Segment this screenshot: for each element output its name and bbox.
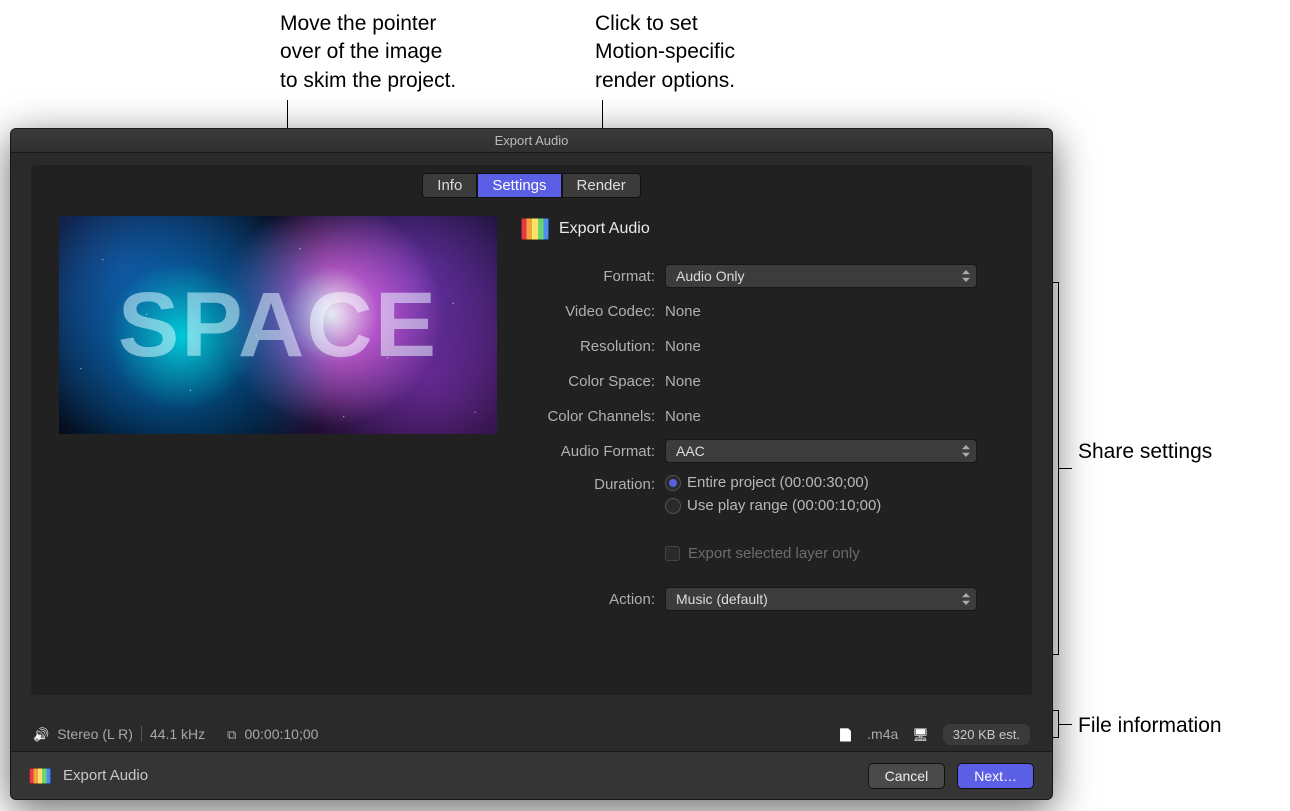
export-layer-checkbox[interactable] bbox=[665, 546, 680, 561]
audio-format-popup[interactable]: AAC bbox=[665, 439, 977, 463]
callout-share-settings: Share settings bbox=[1078, 438, 1212, 466]
motion-project-icon bbox=[29, 768, 51, 784]
cancel-button[interactable]: Cancel bbox=[868, 763, 946, 789]
bracket-tail bbox=[1059, 724, 1072, 725]
export-layer-checkbox-row: Export selected layer only bbox=[665, 545, 860, 562]
duration-label: Duration: bbox=[521, 474, 665, 493]
duration-option-range[interactable]: Use play range (00:00:10;00) bbox=[665, 497, 881, 514]
export-audio-dialog: Export Audio Info Settings Render SPACE bbox=[10, 128, 1053, 800]
export-layer-label: Export selected layer only bbox=[688, 545, 860, 562]
audio-format-label: Audio Format: bbox=[521, 443, 665, 460]
inner-panel: Info Settings Render SPACE Export Audio bbox=[31, 165, 1032, 695]
format-popup[interactable]: Audio Only bbox=[665, 264, 977, 288]
status-left: Stereo (L R) 44.1 kHz 00:00:10;00 bbox=[33, 726, 318, 743]
next-button[interactable]: Next… bbox=[957, 763, 1034, 789]
duration-entire-label: Entire project (00:00:30;00) bbox=[687, 474, 869, 491]
tab-bar: Info Settings Render bbox=[31, 165, 1032, 198]
display-icon bbox=[912, 726, 929, 743]
file-size-pill: 320 KB est. bbox=[943, 724, 1030, 745]
tab-settings[interactable]: Settings bbox=[477, 173, 561, 198]
status-right: .m4a 320 KB est. bbox=[838, 724, 1030, 745]
color-channels-label: Color Channels: bbox=[521, 408, 665, 425]
status-duration: 00:00:10;00 bbox=[244, 726, 318, 742]
callout-file-info: File information bbox=[1078, 712, 1222, 740]
dialog-content: Info Settings Render SPACE Export Audio bbox=[11, 153, 1052, 695]
motion-project-icon bbox=[521, 218, 549, 240]
tab-info[interactable]: Info bbox=[422, 173, 477, 198]
video-codec-value: None bbox=[665, 303, 701, 320]
form-heading: Export Audio bbox=[521, 218, 1004, 240]
preview-text: SPACE bbox=[59, 216, 497, 434]
action-value: Music (default) bbox=[676, 591, 768, 607]
heading-label: Export Audio bbox=[559, 220, 650, 238]
duration-range-label: Use play range (00:00:10;00) bbox=[687, 497, 881, 514]
color-channels-value: None bbox=[665, 408, 701, 425]
speaker-icon bbox=[33, 726, 49, 743]
color-space-label: Color Space: bbox=[521, 373, 665, 390]
divider bbox=[141, 726, 142, 742]
callout-render: Click to set Motion-specific render opti… bbox=[595, 10, 735, 95]
settings-form: Export Audio Format: Audio Only Video Co… bbox=[521, 216, 1004, 622]
color-space-value: None bbox=[665, 373, 701, 390]
action-popup[interactable]: Music (default) bbox=[665, 587, 977, 611]
format-value: Audio Only bbox=[676, 268, 744, 284]
window-titlebar: Export Audio bbox=[11, 129, 1052, 153]
format-label: Format: bbox=[521, 268, 665, 285]
duration-icon bbox=[227, 726, 236, 743]
radio-entire-icon bbox=[665, 475, 681, 491]
sample-rate: 44.1 kHz bbox=[150, 726, 205, 742]
project-preview[interactable]: SPACE bbox=[59, 216, 497, 434]
file-extension: .m4a bbox=[867, 726, 898, 742]
footer-title: Export Audio bbox=[63, 767, 148, 784]
file-icon bbox=[838, 726, 853, 742]
window-title: Export Audio bbox=[495, 133, 569, 148]
radio-range-icon bbox=[665, 498, 681, 514]
resolution-value: None bbox=[665, 338, 701, 355]
audio-channels: Stereo (L R) bbox=[57, 726, 133, 742]
action-label: Action: bbox=[521, 591, 665, 608]
settings-body: SPACE Export Audio Format: Audio Only bbox=[31, 198, 1032, 632]
tab-render[interactable]: Render bbox=[562, 173, 641, 198]
resolution-label: Resolution: bbox=[521, 338, 665, 355]
video-codec-label: Video Codec: bbox=[521, 303, 665, 320]
bracket-tail bbox=[1059, 468, 1072, 469]
duration-options: Entire project (00:00:30;00) Use play ra… bbox=[665, 474, 881, 520]
file-info-bar: Stereo (L R) 44.1 kHz 00:00:10;00 .m4a 3… bbox=[11, 717, 1052, 751]
callout-skim: Move the pointer over of the image to sk… bbox=[280, 10, 456, 95]
dialog-footer: Export Audio Cancel Next… bbox=[11, 751, 1052, 799]
audio-format-value: AAC bbox=[676, 443, 705, 459]
duration-option-entire[interactable]: Entire project (00:00:30;00) bbox=[665, 474, 881, 491]
